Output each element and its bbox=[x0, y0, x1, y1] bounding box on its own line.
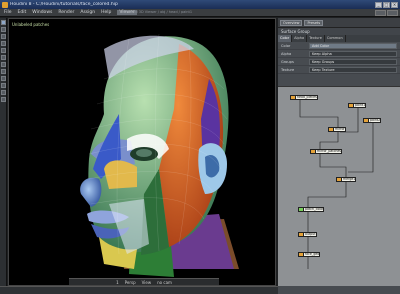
tab-alpha[interactable]: Alpha bbox=[292, 35, 308, 42]
menu-windows[interactable]: Windows bbox=[32, 10, 52, 15]
window-title: Houdini 8 - C:/Houdini/tutorials/face_co… bbox=[10, 2, 118, 7]
move-tool-icon[interactable] bbox=[1, 27, 6, 32]
node[interactable]: head_pieces bbox=[290, 95, 318, 100]
node[interactable]: mirror bbox=[328, 127, 346, 132]
presets-dropdown[interactable]: Presets bbox=[304, 19, 324, 26]
viewport-label: Unlabeled patches bbox=[12, 22, 50, 27]
overview-dropdown[interactable]: Overview bbox=[280, 19, 303, 26]
viewport-option[interactable]: Persp bbox=[125, 280, 136, 285]
param-label: Groups bbox=[281, 59, 294, 64]
handle-tool-icon[interactable] bbox=[1, 69, 6, 74]
param-row-alpha: Alpha Keep Alpha bbox=[278, 50, 400, 58]
menu-assign[interactable]: Assign bbox=[80, 10, 95, 15]
node[interactable]: paint1 bbox=[348, 103, 367, 108]
title-bar: Houdini 8 - C:/Houdini/tutorials/face_co… bbox=[0, 0, 400, 9]
path-status: Unlabeled 3D Viewer / obj / head / paint… bbox=[120, 10, 193, 14]
viewport-option[interactable]: View bbox=[142, 280, 152, 285]
viewport-bottom-bar: 1 Persp View no cam bbox=[69, 278, 219, 285]
menu-help[interactable]: Help bbox=[101, 10, 111, 15]
node[interactable]: paint2 bbox=[363, 118, 382, 123]
param-label: Color bbox=[281, 43, 291, 48]
node[interactable]: patch_color bbox=[298, 207, 325, 212]
node[interactable]: output bbox=[298, 232, 317, 237]
grid-tool-icon[interactable] bbox=[1, 97, 6, 102]
status-bar bbox=[0, 286, 278, 294]
tab-common[interactable]: Common bbox=[325, 35, 346, 42]
paint-tool-icon[interactable] bbox=[1, 55, 6, 60]
param-row-color: Color Add Color bbox=[278, 42, 400, 50]
maximize-button[interactable]: □ bbox=[383, 1, 390, 8]
scale-tool-icon[interactable] bbox=[1, 41, 6, 46]
menu-render[interactable]: Render bbox=[58, 10, 74, 15]
tab-color[interactable]: Color bbox=[278, 35, 293, 42]
left-toolbar bbox=[0, 18, 7, 286]
param-row-texture: Texture Keep Texture bbox=[278, 66, 400, 74]
shading-tool-icon[interactable] bbox=[1, 90, 6, 95]
param-row-groups: Groups Keep Groups bbox=[278, 58, 400, 66]
node[interactable]: merge1 bbox=[336, 177, 357, 182]
3d-viewport[interactable]: Unlabeled patches 1 Persp View no cam bbox=[8, 18, 276, 286]
menu-edit[interactable]: Edit bbox=[18, 10, 27, 15]
param-label: Texture bbox=[281, 67, 295, 72]
menu-file[interactable]: File bbox=[4, 10, 12, 15]
snap-tool-icon[interactable] bbox=[1, 62, 6, 67]
network-editor[interactable]: head_pieces paint1 paint2 mirror mirror_… bbox=[278, 86, 400, 286]
param-label: Alpha bbox=[281, 51, 292, 56]
select-tool-icon[interactable] bbox=[1, 20, 6, 25]
node[interactable]: mirror_patches bbox=[310, 149, 342, 154]
wire-tool-icon[interactable] bbox=[1, 76, 6, 81]
viewport-option[interactable]: no cam bbox=[157, 280, 172, 285]
head-model bbox=[80, 33, 239, 277]
panel-toolbar: Overview Presets bbox=[278, 18, 400, 28]
param-color-menu[interactable]: Add Color bbox=[309, 42, 397, 49]
viewport-option[interactable]: 1 bbox=[116, 280, 119, 285]
param-alpha-menu[interactable]: Keep Alpha bbox=[309, 50, 397, 57]
param-groups-menu[interactable]: Keep Groups bbox=[309, 58, 397, 65]
tab-texture[interactable]: Texture bbox=[307, 35, 325, 42]
pane-controls bbox=[374, 10, 398, 16]
node[interactable]: face_geo bbox=[298, 252, 321, 257]
houdini-logo-icon bbox=[2, 1, 8, 8]
rotate-tool-icon[interactable] bbox=[1, 34, 6, 39]
panel-tabs: Color Alpha Texture Common bbox=[278, 35, 400, 42]
display-tool-icon[interactable] bbox=[1, 83, 6, 88]
pane-button[interactable] bbox=[387, 10, 398, 16]
panel-header: Surface Group bbox=[278, 28, 400, 35]
node-wires bbox=[299, 99, 374, 269]
pane-button[interactable] bbox=[375, 10, 386, 16]
minimize-button[interactable]: _ bbox=[375, 1, 382, 8]
view-tool-icon[interactable] bbox=[1, 48, 6, 53]
param-texture-menu[interactable]: Keep Texture bbox=[309, 66, 397, 73]
close-button[interactable]: × bbox=[391, 1, 398, 8]
